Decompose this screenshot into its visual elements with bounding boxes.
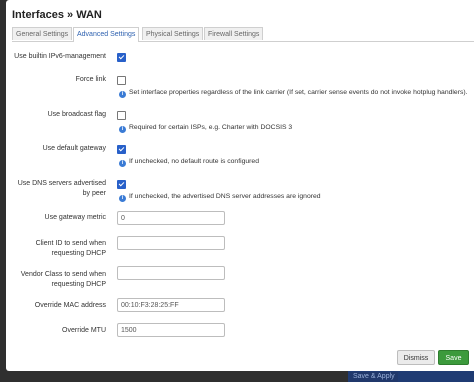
peer-dns-label-line1: Use DNS servers advertised <box>17 180 106 187</box>
default-gateway-checkbox[interactable] <box>117 145 126 154</box>
mac-override-label: Override MAC address <box>34 302 106 309</box>
vendor-class-label-line1: Vendor Class to send when <box>20 271 106 278</box>
peer-dns-help: i If unchecked, the advertised DNS server… <box>119 192 321 202</box>
broadcast-flag-help: i Required for certain ISPs, e.g. Charter… <box>119 123 292 133</box>
client-id-input[interactable] <box>117 236 225 250</box>
interface-settings-dialog: Interfaces » WAN General Settings Advanc… <box>6 0 474 371</box>
gateway-metric-label: Use gateway metric <box>44 214 106 221</box>
vendor-class-label: Vendor Class to send when requesting DHC… <box>6 270 106 290</box>
ipv6-management-checkbox[interactable] <box>117 53 126 62</box>
broadcast-flag-help-text: Required for certain ISPs, e.g. Charter … <box>129 124 293 131</box>
default-gateway-label: Use default gateway <box>42 145 106 152</box>
peer-dns-help-text: If unchecked, the advertised DNS server … <box>129 193 321 200</box>
client-id-label: Client ID to send when requesting DHCP <box>6 239 106 259</box>
dismiss-button[interactable]: Dismiss <box>397 350 435 365</box>
ipv6-management-label: Use builtin IPv6-management <box>14 53 106 60</box>
mtu-override-label: Override MTU <box>62 327 106 334</box>
info-icon: i <box>119 126 126 133</box>
peer-dns-label: Use DNS servers advertised by peer <box>6 179 106 199</box>
save-button[interactable]: Save <box>438 350 469 365</box>
force-link-checkbox[interactable] <box>117 76 126 85</box>
background-save-apply-button: Save & Apply <box>350 372 398 382</box>
broadcast-flag-label: Use broadcast flag <box>47 111 106 118</box>
tab-bar: General Settings Advanced Settings Physi… <box>12 27 474 42</box>
mac-override-input[interactable]: 00:10:F3:28:25:FF <box>117 298 225 312</box>
force-link-help: i Set interface properties regardless of … <box>119 88 468 98</box>
peer-dns-label-line2: by peer <box>82 190 106 197</box>
mtu-override-input[interactable]: 1500 <box>117 323 225 337</box>
peer-dns-checkbox[interactable] <box>117 180 126 189</box>
info-icon: i <box>119 195 126 202</box>
tab-physical-settings[interactable]: Physical Settings <box>142 27 204 40</box>
force-link-help-text: Set interface properties regardless of t… <box>129 89 468 96</box>
dialog-title: Interfaces » WAN <box>12 9 102 21</box>
info-icon: i <box>119 91 126 98</box>
client-id-label-line1: Client ID to send when <box>35 240 106 247</box>
vendor-class-input[interactable] <box>117 266 225 280</box>
gateway-metric-input[interactable]: 0 <box>117 211 225 225</box>
info-icon: i <box>119 160 126 167</box>
default-gateway-help: i If unchecked, no default route is confi… <box>119 157 259 167</box>
vendor-class-label-line2: requesting DHCP <box>51 281 106 288</box>
tab-general-settings[interactable]: General Settings <box>12 27 73 40</box>
force-link-label: Force link <box>75 76 106 83</box>
broadcast-flag-checkbox[interactable] <box>117 111 126 120</box>
client-id-label-line2: requesting DHCP <box>51 250 106 257</box>
tab-firewall-settings[interactable]: Firewall Settings <box>204 27 264 40</box>
tab-advanced-settings[interactable]: Advanced Settings <box>73 27 140 42</box>
default-gateway-help-text: If unchecked, no default route is config… <box>129 158 259 165</box>
